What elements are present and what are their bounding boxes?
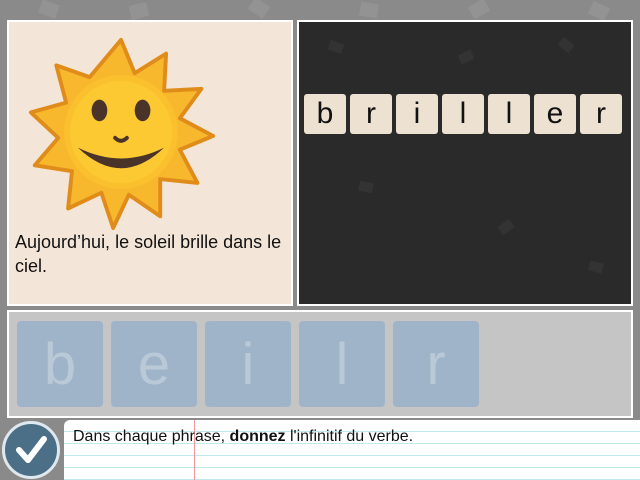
checkmark-icon [16, 436, 47, 463]
letter-choices-panel: beilr [7, 310, 633, 418]
instruction-emphasis: donnez [229, 428, 286, 445]
choice-letter-tile[interactable]: i [205, 321, 291, 407]
answer-letter-tile[interactable]: r [350, 94, 392, 134]
picture-panel: Aujourd’hui, le soleil brille dans le ci… [7, 20, 293, 306]
answer-letter-tile[interactable]: r [580, 94, 622, 134]
answer-letter-tile[interactable]: l [488, 94, 530, 134]
instruction-bar: Dans chaque phrase, donnez l'infinitif d… [64, 420, 640, 480]
answer-letter-tile[interactable]: e [534, 94, 576, 134]
exercise-sentence: Aujourd’hui, le soleil brille dans le ci… [15, 232, 282, 276]
letter-choices: beilr [17, 321, 479, 407]
answer-board: briller [297, 20, 633, 306]
instruction-text: Dans chaque phrase, donnez l'infinitif d… [73, 428, 413, 446]
answer-word: briller [304, 94, 622, 134]
sun-face-icon [28, 37, 216, 230]
check-button[interactable] [2, 421, 60, 479]
answer-letter-tile[interactable]: b [304, 94, 346, 134]
choice-letter-tile[interactable]: e [111, 321, 197, 407]
instruction-part-1: Dans chaque phrase, [73, 428, 230, 445]
answer-letter-tile[interactable]: i [396, 94, 438, 134]
answer-letter-tile[interactable]: l [442, 94, 484, 134]
choice-letter-tile[interactable]: r [393, 321, 479, 407]
choice-letter-tile[interactable]: l [299, 321, 385, 407]
choice-letter-tile[interactable]: b [17, 321, 103, 407]
instruction-part-2: l'infinitif du verbe. [285, 428, 414, 445]
